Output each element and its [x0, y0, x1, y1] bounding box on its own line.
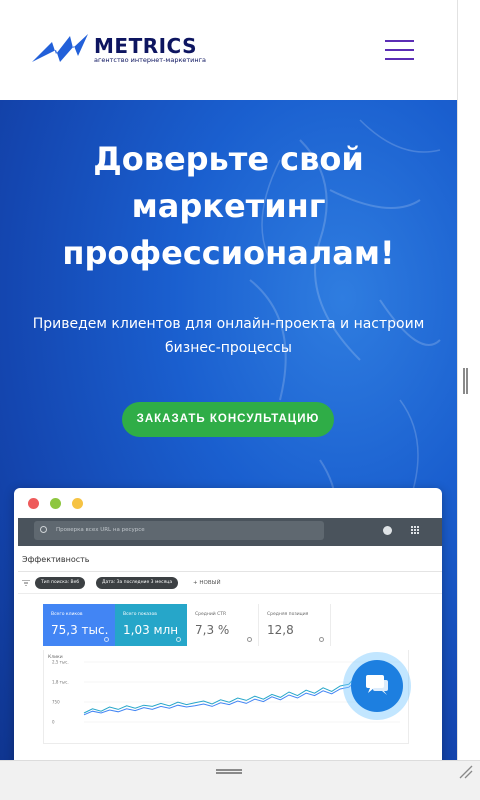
- window-close-dot: [28, 498, 39, 509]
- metric-label: Всего кликов: [51, 612, 83, 617]
- logo-mark-icon: [32, 34, 88, 62]
- vertical-resize-grip-icon[interactable]: [463, 368, 468, 394]
- chart-tick-label: 0: [52, 720, 55, 725]
- info-icon: [319, 637, 324, 642]
- info-icon: [176, 637, 181, 642]
- dashboard-search-placeholder: Проверка всех URL на ресурсе: [56, 527, 145, 533]
- chat-button[interactable]: [343, 652, 411, 720]
- horizontal-resize-grip-icon[interactable]: [216, 769, 242, 774]
- metric-label: Средний CTR: [195, 612, 227, 617]
- site-header: METRICS агентство интернет-маркетинга: [0, 0, 457, 100]
- horizontal-panel-bar: [0, 760, 480, 800]
- metric-card[interactable]: Средний CTR 7,3 %: [187, 604, 259, 646]
- chat-bubble-icon: [366, 675, 388, 695]
- filter-chip-search-type: Тип поиска: Веб: [35, 577, 86, 589]
- dashboard-search-bar: Проверка всех URL на ресурсе: [34, 521, 324, 540]
- page-viewport: METRICS агентство интернет-маркетинга До…: [0, 0, 457, 760]
- hero-title: Доверьте свой маркетинг профессионалам!: [62, 140, 395, 272]
- filter-chip-date: Дата: За последние 3 месяца: [96, 577, 179, 589]
- chart-tick-label: 1,8 тыс.: [52, 680, 69, 685]
- site-logo[interactable]: METRICS агентство интернет-маркетинга: [32, 32, 212, 68]
- metric-card[interactable]: Средняя позиция 12,8: [259, 604, 331, 646]
- metric-label: Средняя позиция: [267, 612, 309, 617]
- new-filter-label: + НОВЫЙ: [193, 580, 221, 586]
- metric-label: Всего показов: [123, 612, 157, 617]
- logo-text: METRICS: [94, 34, 198, 58]
- chat-button-inner: [351, 660, 403, 712]
- metric-cards: Всего кликов 75,3 тыс. Всего показов 1,03 м…: [43, 604, 409, 646]
- resize-corner-icon[interactable]: [458, 764, 474, 780]
- chart-tick-label: 750: [52, 700, 60, 705]
- metric-value: 12,8: [267, 623, 294, 637]
- vertical-scrollbar[interactable]: [457, 0, 480, 760]
- hero-subtitle: Приведем клиентов для онлайн-проекта и н…: [32, 316, 425, 356]
- apps-grid-icon: [411, 526, 420, 535]
- help-icon: [383, 526, 392, 535]
- dashboard-section-title: Эффективность: [18, 548, 442, 572]
- metric-value: 1,03 млн: [123, 623, 179, 637]
- info-icon: [104, 637, 109, 642]
- dashboard-toolbar: Проверка всех URL на ресурсе: [18, 518, 442, 546]
- metric-value: 7,3 %: [195, 623, 230, 637]
- hamburger-menu-icon[interactable]: [385, 40, 414, 60]
- metric-card[interactable]: Всего показов 1,03 млн: [115, 604, 187, 646]
- window-maximize-dot: [72, 498, 83, 509]
- window-minimize-dot: [50, 498, 61, 509]
- filter-row: Тип поиска: Веб Дата: За последние 3 мес…: [18, 572, 442, 594]
- chart-tick-label: 2,5 тыс.: [52, 660, 69, 665]
- order-consultation-button[interactable]: ЗАКАЗАТЬ КОНСУЛЬТАЦИЮ: [122, 402, 334, 437]
- search-icon: [40, 526, 47, 533]
- logo-subtitle: агентство интернет-маркетинга: [94, 56, 207, 64]
- metric-value: 75,3 тыс.: [51, 623, 109, 637]
- metric-card[interactable]: Всего кликов 75,3 тыс.: [43, 604, 115, 646]
- filter-icon: [22, 580, 30, 586]
- info-icon: [247, 637, 252, 642]
